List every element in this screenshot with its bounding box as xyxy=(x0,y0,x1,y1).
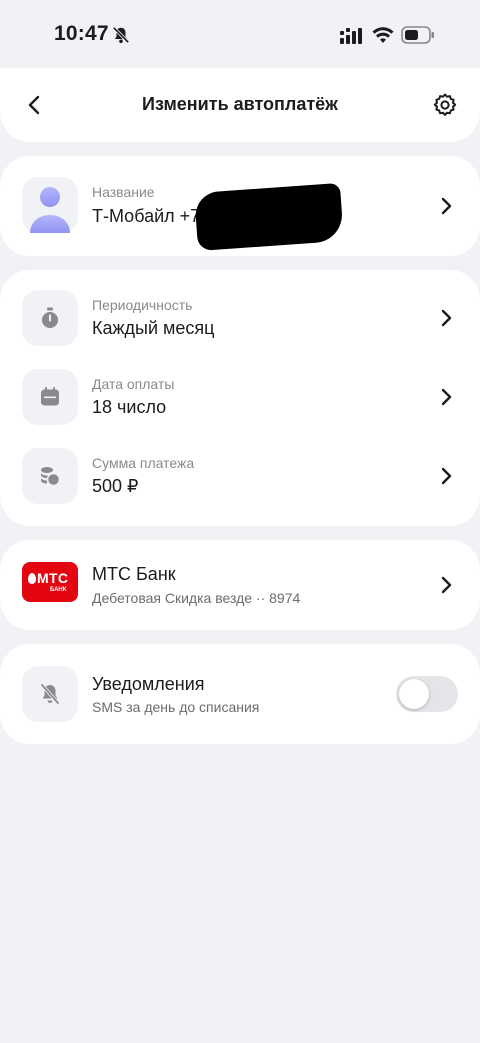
icon-tile xyxy=(22,369,78,425)
payment-date-label: Дата оплаты xyxy=(92,376,175,392)
payment-amount-value: 500 ₽ xyxy=(92,476,139,496)
wifi-icon xyxy=(372,27,394,43)
timer-icon xyxy=(42,307,58,328)
chevron-right-icon xyxy=(441,576,452,594)
logo-subtext: БАНК xyxy=(50,587,67,593)
page-title: Изменить автоплатёж xyxy=(142,94,338,114)
chevron-right-icon xyxy=(441,467,452,485)
cellular-signal-icon xyxy=(340,28,362,44)
notifications-subtitle: SMS за день до списания xyxy=(92,699,260,715)
notifications-title: Уведомления xyxy=(92,674,205,694)
gear-icon[interactable] xyxy=(430,90,460,120)
row-payment-amount[interactable]: Сумма платежа 500 ₽ xyxy=(0,438,480,516)
frequency-value: Каждый месяц xyxy=(92,318,215,338)
bell-off-icon xyxy=(40,683,60,705)
toggle-knob xyxy=(399,679,429,709)
calendar-icon xyxy=(41,387,59,406)
bank-account-subtitle: Дебетовая Скидка везде ·· 8974 xyxy=(92,590,301,606)
chevron-right-icon xyxy=(441,197,452,215)
frequency-label: Периодичность xyxy=(92,297,193,313)
schedule-card: Периодичность Каждый месяц Дата оплаты 1… xyxy=(0,270,480,526)
redacted-phone-number xyxy=(194,182,344,252)
chevron-right-icon xyxy=(441,309,452,327)
icon-tile xyxy=(22,666,78,722)
notifications-card: Уведомления SMS за день до списания xyxy=(0,644,480,744)
user-avatar-icon xyxy=(30,187,70,233)
name-label: Название xyxy=(92,184,155,200)
bank-card[interactable]: МТС БАНК МТС Банк Дебетовая Скидка везде… xyxy=(0,540,480,630)
name-value: Т-Мобайл +7 xyxy=(92,206,201,226)
icon-tile xyxy=(22,290,78,346)
status-bar: 10:47 xyxy=(0,0,480,68)
battery-icon xyxy=(401,26,434,44)
row-frequency[interactable]: Периодичность Каждый месяц xyxy=(0,280,480,358)
coins-icon xyxy=(41,467,61,487)
row-payment-date[interactable]: Дата оплаты 18 число xyxy=(0,359,480,437)
bank-title: МТС Банк xyxy=(92,564,176,584)
icon-tile xyxy=(22,448,78,504)
notifications-toggle[interactable] xyxy=(396,676,458,712)
logo-text: МТС xyxy=(37,570,69,586)
page-header: Изменить автоплатёж xyxy=(0,68,480,142)
status-time: 10:47 xyxy=(54,22,109,45)
payment-date-value: 18 число xyxy=(92,397,167,417)
chevron-right-icon xyxy=(441,388,452,406)
bell-off-icon xyxy=(112,26,130,44)
mts-bank-logo: МТС БАНК xyxy=(22,562,78,602)
mts-egg-icon xyxy=(28,573,36,584)
payment-amount-label: Сумма платежа xyxy=(92,455,195,471)
avatar xyxy=(22,177,78,233)
